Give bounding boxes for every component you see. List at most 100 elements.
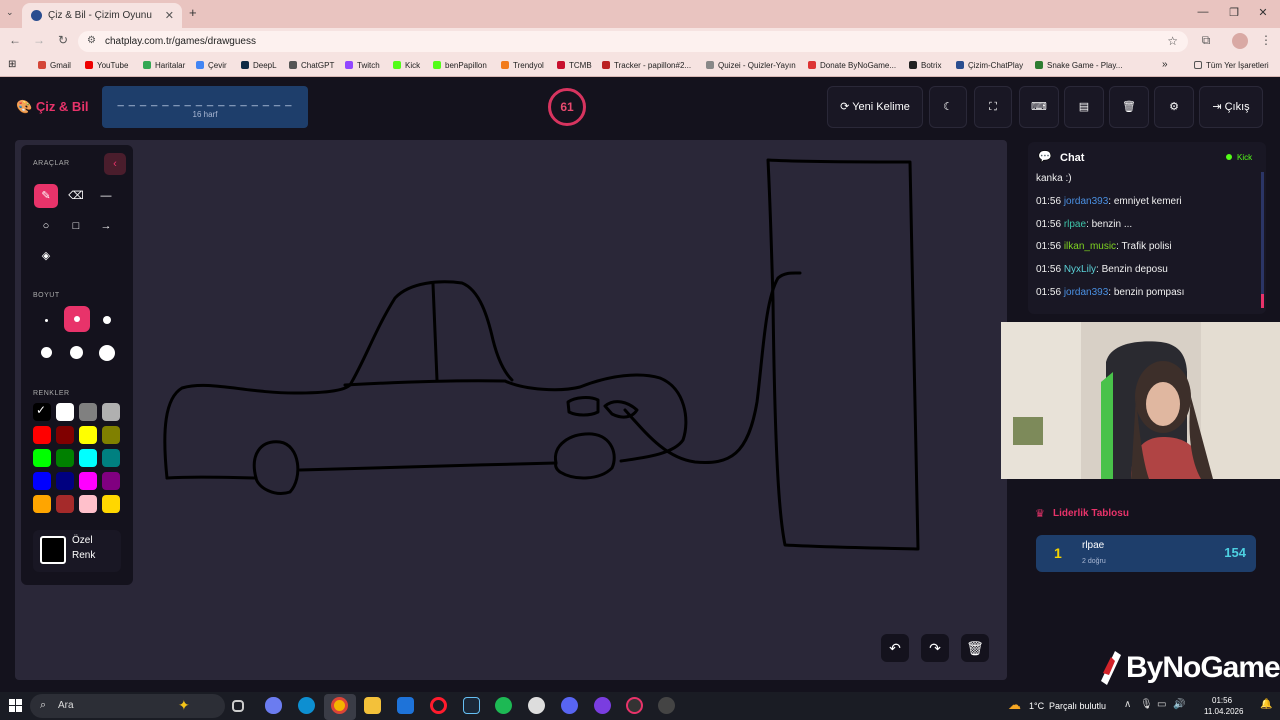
color-swatch[interactable] xyxy=(56,426,74,444)
edge-icon[interactable] xyxy=(298,697,315,714)
custom-color-button[interactable]: Özel Renk xyxy=(33,530,121,572)
eraser-tool[interactable]: ⌫ xyxy=(64,184,88,208)
theme-toggle-button[interactable]: ☾ xyxy=(929,86,967,128)
clock-date[interactable]: 11.04.2026 xyxy=(1204,707,1243,716)
more-bookmarks-icon[interactable]: » xyxy=(1162,59,1168,70)
app-icon[interactable] xyxy=(528,697,545,714)
color-swatch[interactable] xyxy=(79,495,97,513)
color-swatch[interactable] xyxy=(33,495,51,513)
color-swatch[interactable] xyxy=(102,449,120,467)
kick-app-icon[interactable] xyxy=(658,697,675,714)
color-swatch[interactable] xyxy=(79,426,97,444)
copilot-icon[interactable] xyxy=(265,697,282,714)
color-swatch[interactable] xyxy=(102,495,120,513)
tray-overflow-icon[interactable]: ∧ xyxy=(1124,699,1131,710)
size-4[interactable] xyxy=(41,347,52,358)
brush-tool[interactable]: ✎ xyxy=(34,184,58,208)
bookmark-star-icon[interactable]: ☆ xyxy=(1167,34,1178,48)
bookmark-trendyol[interactable]: Trendyol xyxy=(501,61,544,70)
size-2-selected[interactable] xyxy=(64,306,90,332)
bookmark-kick[interactable]: Kick xyxy=(393,61,420,70)
app-logo[interactable]: 🎨 Çiz & Bil xyxy=(16,99,89,115)
streaming-app-icon[interactable] xyxy=(626,697,643,714)
redo-button[interactable]: ↷ xyxy=(921,634,949,662)
new-word-button[interactable]: ⟳ Yeni Kelime xyxy=(827,86,923,128)
line-tool[interactable]: — xyxy=(94,184,118,208)
reload-icon[interactable]: ↻ xyxy=(55,33,71,47)
exit-button[interactable]: ⇥ Çıkış xyxy=(1199,86,1263,128)
browser-tab[interactable]: Çiz & Bil - Çizim Oyunu ✕ xyxy=(22,3,182,28)
bookmark-botrix[interactable]: Botrix xyxy=(909,61,941,70)
bookmark-cizim-chatplay[interactable]: Çizim-ChatPlay xyxy=(956,61,1023,70)
url-field[interactable]: ⚙ chatplay.com.tr/games/drawguess ☆ xyxy=(78,31,1188,52)
color-swatch[interactable] xyxy=(79,403,97,421)
all-bookmarks-folder[interactable]: Tüm Yer İşaretleri xyxy=(1194,61,1269,70)
site-info-icon[interactable]: ⚙ xyxy=(87,35,96,46)
bookmark-donate-bynogame[interactable]: Donate ByNoGame... xyxy=(808,61,896,70)
bookmark-quizei[interactable]: Quizei - Quizler-Yayın xyxy=(706,61,796,70)
clock-time[interactable]: 01:56 xyxy=(1212,696,1232,705)
opera-icon[interactable] xyxy=(430,697,447,714)
bookmark-youtube[interactable]: YouTube xyxy=(85,61,128,70)
arrow-tool[interactable]: → xyxy=(94,214,118,238)
fill-tool[interactable]: ◈ xyxy=(34,244,58,268)
notification-icon[interactable]: 🔔 xyxy=(1260,699,1272,710)
settings-button[interactable]: ⚙ xyxy=(1154,86,1194,128)
back-icon[interactable]: ← xyxy=(7,33,23,47)
color-swatch[interactable] xyxy=(102,426,120,444)
chat-username[interactable]: ilkan_music xyxy=(1064,241,1116,252)
collapse-panel-button[interactable]: ‹ xyxy=(104,153,126,175)
network-icon[interactable]: ▭ xyxy=(1157,699,1166,710)
taskbar-search[interactable]: ⌕ Ara ✦ xyxy=(30,694,225,718)
circle-tool[interactable]: ○ xyxy=(34,214,58,238)
color-swatch[interactable] xyxy=(33,449,51,467)
bookmark-tcmb[interactable]: TCMB xyxy=(557,61,592,70)
task-view-icon[interactable] xyxy=(232,700,244,712)
color-swatch[interactable] xyxy=(102,472,120,490)
discord-icon[interactable] xyxy=(561,697,578,714)
bookmark-chatgpt[interactable]: ChatGPT xyxy=(289,61,334,70)
archive-button[interactable]: ▤ xyxy=(1064,86,1104,128)
close-tab-icon[interactable]: ✕ xyxy=(165,9,174,22)
bookmark-deepl[interactable]: DeepL xyxy=(241,61,277,70)
color-swatch[interactable] xyxy=(102,403,120,421)
delete-button[interactable]: 🗑 xyxy=(1109,86,1149,128)
close-window-icon[interactable]: ✕ xyxy=(1253,6,1273,19)
bookmark-gmail[interactable]: Gmail xyxy=(38,61,71,70)
rectangle-tool[interactable]: □ xyxy=(64,214,88,238)
size-3[interactable] xyxy=(103,316,111,324)
bookmark-snake-game[interactable]: Snake Game - Play... xyxy=(1035,61,1122,70)
steam-icon[interactable] xyxy=(463,697,480,714)
obs-icon[interactable] xyxy=(594,697,611,714)
spotify-icon[interactable] xyxy=(495,697,512,714)
chat-scrollbar[interactable] xyxy=(1261,172,1264,308)
bookmark-haritalar[interactable]: Haritalar xyxy=(143,61,185,70)
color-swatch[interactable] xyxy=(56,495,74,513)
mail-icon[interactable] xyxy=(397,697,414,714)
undo-button[interactable]: ↶ xyxy=(881,634,909,662)
bookmark-benpapillon[interactable]: benPapillon xyxy=(433,61,487,70)
fullscreen-button[interactable]: ⛶ xyxy=(974,86,1012,128)
color-swatch[interactable] xyxy=(33,472,51,490)
microphone-icon[interactable]: 🎙 xyxy=(1140,699,1153,710)
volume-icon[interactable]: 🔊 xyxy=(1173,699,1185,710)
minimize-icon[interactable]: — xyxy=(1193,6,1213,18)
profile-avatar[interactable] xyxy=(1232,33,1248,49)
extensions-icon[interactable]: ⧉ xyxy=(1198,33,1214,48)
size-6[interactable] xyxy=(99,345,115,361)
chat-username[interactable]: rlpae xyxy=(1064,219,1086,230)
windows-start-icon[interactable] xyxy=(9,699,22,712)
apps-grid-icon[interactable]: ⊞ xyxy=(8,59,16,70)
size-1[interactable] xyxy=(45,319,48,322)
color-swatch[interactable] xyxy=(79,449,97,467)
color-swatch[interactable] xyxy=(79,472,97,490)
browser-menu-icon[interactable]: ⋮ xyxy=(1258,33,1274,47)
maximize-icon[interactable]: ❐ xyxy=(1224,6,1244,19)
tab-search-icon[interactable]: ⌄ xyxy=(6,7,14,18)
color-swatch[interactable] xyxy=(56,403,74,421)
bookmark-twitch[interactable]: Twitch xyxy=(345,61,380,70)
color-swatch[interactable] xyxy=(56,472,74,490)
bookmark-cevir[interactable]: Çevir xyxy=(196,61,227,70)
color-swatch[interactable]: ✓ xyxy=(33,403,51,421)
chrome-icon[interactable] xyxy=(331,697,348,714)
